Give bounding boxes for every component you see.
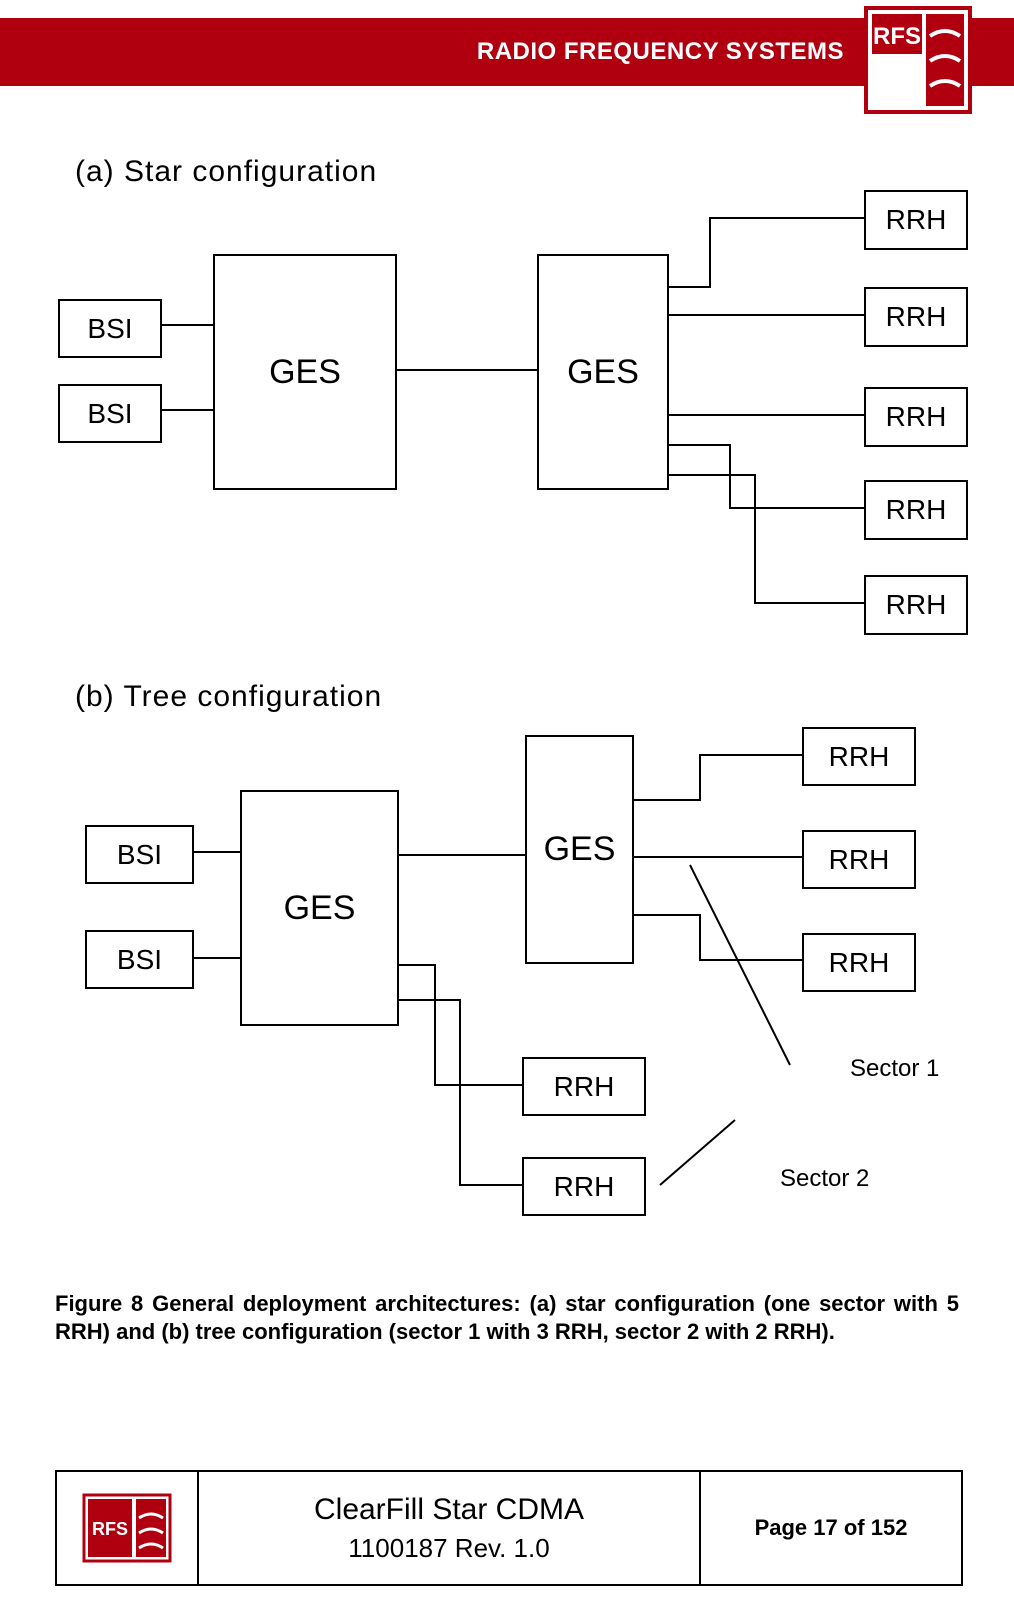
rrh-box-a1: RRH: [864, 190, 968, 250]
footer-logo-cell: RFS: [57, 1472, 199, 1584]
rrh-box-a2: RRH: [864, 287, 968, 347]
rrh-label: RRH: [554, 1071, 615, 1103]
rrh-label: RRH: [886, 204, 947, 236]
ges-label: GES: [269, 353, 341, 392]
bsi-box-a2: BSI: [58, 384, 162, 443]
rrh-box-b3: RRH: [802, 933, 916, 992]
rrh-box-b1: RRH: [802, 727, 916, 786]
sector1-label: Sector 1: [850, 1055, 939, 1083]
footer-rev: 1100187 Rev. 1.0: [348, 1533, 549, 1564]
rrh-label: RRH: [829, 844, 890, 876]
ges-label: GES: [544, 830, 616, 869]
sector2-label: Sector 2: [780, 1165, 869, 1193]
diagram-b-title: (b) Tree configuration: [75, 680, 382, 714]
rfs-logo: RFS: [864, 6, 972, 114]
page: RADIO FREQUENCY SYSTEMS RFS: [0, 0, 1014, 1610]
footer-title-cell: ClearFill Star CDMA 1100187 Rev. 1.0: [199, 1472, 701, 1584]
rrh-box-b4: RRH: [522, 1057, 646, 1116]
rrh-label: RRH: [829, 741, 890, 773]
bsi-label: BSI: [117, 839, 162, 871]
footer: RFS ClearFill Star CDMA 1100187 Rev. 1.0…: [55, 1470, 963, 1586]
rrh-label: RRH: [886, 589, 947, 621]
rfs-logo-footer: RFS: [82, 1493, 172, 1563]
bsi-label: BSI: [87, 313, 132, 345]
ges-box-a2: GES: [537, 254, 669, 490]
rrh-box-a3: RRH: [864, 387, 968, 447]
ges-box-b2: GES: [525, 735, 634, 964]
bsi-label: BSI: [87, 398, 132, 430]
footer-page-cell: Page 17 of 152: [701, 1472, 961, 1584]
bsi-box-b1: BSI: [85, 825, 194, 884]
figure-caption: Figure 8 General deployment architecture…: [55, 1290, 959, 1345]
header-tagline: RADIO FREQUENCY SYSTEMS: [477, 38, 844, 66]
bsi-box-b2: BSI: [85, 930, 194, 989]
diagram-a-title: (a) Star configuration: [75, 155, 377, 189]
rrh-label: RRH: [829, 947, 890, 979]
footer-page: Page 17 of 152: [755, 1515, 908, 1541]
rrh-box-b2: RRH: [802, 830, 916, 889]
ges-box-b1: GES: [240, 790, 399, 1026]
rrh-box-a5: RRH: [864, 575, 968, 635]
rrh-label: RRH: [886, 494, 947, 526]
logo-text: RFS: [873, 23, 921, 50]
ges-label: GES: [284, 889, 356, 928]
bsi-label: BSI: [117, 944, 162, 976]
bsi-box-a1: BSI: [58, 299, 162, 358]
footer-title: ClearFill Star CDMA: [314, 1493, 584, 1527]
rrh-box-a4: RRH: [864, 480, 968, 540]
ges-box-a1: GES: [213, 254, 397, 490]
ges-label: GES: [567, 353, 639, 392]
rrh-label: RRH: [886, 401, 947, 433]
rrh-box-b5: RRH: [522, 1157, 646, 1216]
svg-text:RFS: RFS: [92, 1519, 128, 1539]
rrh-label: RRH: [886, 301, 947, 333]
rrh-label: RRH: [554, 1171, 615, 1203]
